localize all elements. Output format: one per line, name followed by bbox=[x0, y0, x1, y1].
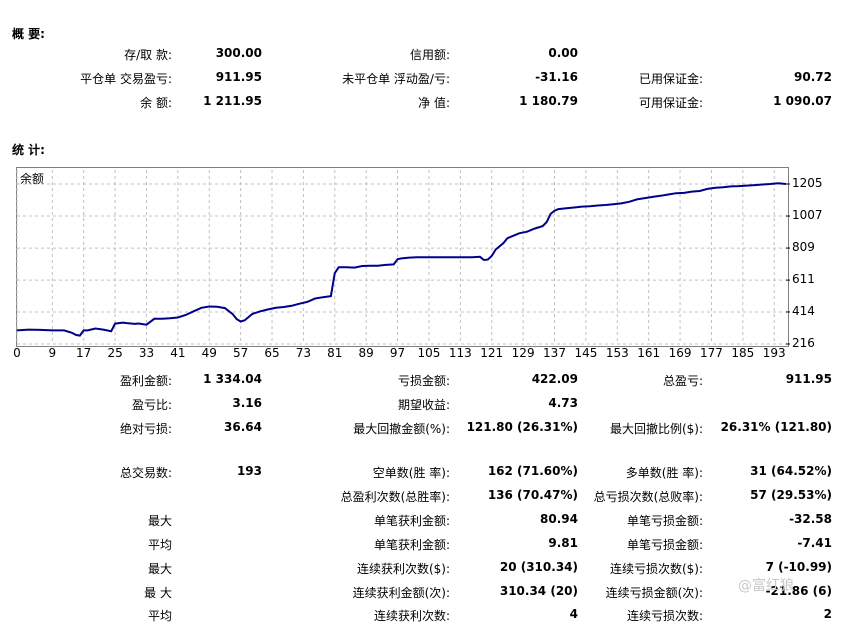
stat-value: 2 bbox=[823, 607, 832, 621]
stat-value: 9.81 bbox=[548, 536, 578, 550]
stat-label: 总盈亏: bbox=[662, 374, 703, 388]
x-tick-label: 89 bbox=[358, 346, 374, 360]
stat-label: 总交易数: bbox=[119, 466, 172, 480]
stat-value: 422.09 bbox=[531, 372, 578, 386]
x-tick-label: 0 bbox=[13, 346, 21, 360]
stat-label: 连续亏损次数($): bbox=[609, 562, 703, 576]
stat-value: 4.73 bbox=[548, 396, 578, 410]
stat-label: 绝对亏损: bbox=[119, 422, 172, 436]
stat-label: 单笔获利金额: bbox=[373, 538, 450, 552]
stat-label: 单笔亏损金额: bbox=[626, 538, 703, 552]
x-tick-label: 65 bbox=[264, 346, 280, 360]
x-tick-label: 129 bbox=[511, 346, 535, 360]
stat-row: 平均 连续获利次数: 4 连续亏损次数: 2 bbox=[0, 607, 866, 625]
stat-label: 平均 bbox=[147, 538, 172, 552]
stat-value: 136 (70.47%) bbox=[487, 488, 578, 502]
stat-label: 期望收益: bbox=[397, 398, 450, 412]
stat-label: 连续获利金额(次): bbox=[352, 586, 450, 600]
stat-value: 4 bbox=[569, 607, 578, 621]
x-tick-label: 105 bbox=[417, 346, 441, 360]
y-tick-label: 414 bbox=[792, 303, 815, 318]
balance-chart-plot bbox=[16, 170, 790, 345]
stat-value: 310.34 (20) bbox=[499, 584, 578, 598]
stat-label: 盈亏比: bbox=[131, 398, 172, 412]
stat-row: 最大 单笔获利金额: 80.94 单笔亏损金额: -32.58 bbox=[0, 512, 866, 530]
x-tick-label: 121 bbox=[480, 346, 504, 360]
stat-value: 911.95 bbox=[785, 372, 832, 386]
stat-label: 亏损金额: bbox=[397, 374, 450, 388]
stat-row: 总盈利次数(总胜率): 136 (70.47%) 总亏损次数(总败率): 57 (29… bbox=[0, 488, 866, 506]
stat-row: 总交易数: 193 空单数(胜 率): 162 (71.60%) 多单数(胜 率): 31… bbox=[0, 464, 866, 482]
x-tick-label: 73 bbox=[295, 346, 312, 360]
balance-series-line bbox=[16, 182, 787, 337]
x-tick-label: 49 bbox=[201, 346, 217, 360]
stat-value: 20 (310.34) bbox=[499, 560, 578, 574]
y-tick-label: 809 bbox=[792, 240, 815, 255]
stat-label: 单笔亏损金额: bbox=[626, 514, 703, 528]
stat-label: 连续获利次数: bbox=[373, 609, 450, 623]
stat-value: 80.94 bbox=[540, 512, 578, 526]
y-tick-label: 1205 bbox=[792, 176, 823, 190]
stat-row: 最 大连续获利金额(次): 310.34 (20) 连续亏损金额(次): -21.86… bbox=[0, 584, 866, 602]
y-tick-label: 611 bbox=[792, 272, 815, 287]
stat-value: -7.41 bbox=[797, 536, 832, 550]
x-tick-label: 97 bbox=[389, 346, 406, 360]
stat-label: 总盈利次数(总胜率): bbox=[340, 490, 450, 504]
stat-label: 空单数(胜 率): bbox=[372, 466, 450, 480]
stat-label: 盈利金额: bbox=[119, 374, 172, 388]
x-tick-label: 113 bbox=[448, 346, 472, 360]
x-tick-label: 169 bbox=[668, 346, 692, 360]
stat-value: 162 (71.60%) bbox=[487, 464, 578, 478]
x-tick-label: 153 bbox=[605, 346, 629, 360]
stat-row: 盈利金额: 1 334.04 亏损金额: 422.09 总盈亏: 911.95 bbox=[0, 372, 866, 390]
stat-row: 盈亏比: 3.16 期望收益: 4.73 bbox=[0, 396, 866, 414]
stat-value: 36.64 bbox=[224, 420, 262, 434]
x-axis: 0 9 17 25 33 41 49 57 65 73 81 89 97 105 113 121 129 137 1… bbox=[0, 346, 866, 362]
stat-label: 连续亏损金额(次): bbox=[605, 586, 703, 600]
watermark: @富红狼 bbox=[738, 578, 794, 594]
x-tick-label: 137 bbox=[543, 346, 566, 360]
stat-label: 最大回撤比例($): bbox=[609, 422, 703, 436]
stat-label: 平均 bbox=[147, 609, 172, 623]
stat-label: 最大 bbox=[147, 514, 172, 528]
stat-value: 31 (64.52%) bbox=[750, 464, 832, 478]
x-tick-label: 25 bbox=[107, 346, 123, 360]
x-tick-label: 177 bbox=[700, 346, 723, 360]
stat-label: 最大 bbox=[147, 562, 172, 576]
y-tick-label: 1007 bbox=[792, 208, 823, 223]
x-tick-label: 193 bbox=[762, 346, 786, 360]
stat-label: 连续亏损次数: bbox=[626, 609, 703, 623]
stat-row: 平均 单笔获利金额: 9.81 单笔亏损金额: -7.41 bbox=[0, 536, 866, 554]
stat-value: 57 (29.53%) bbox=[750, 488, 832, 502]
x-tick-label: 161 bbox=[637, 346, 661, 360]
stat-label: 单笔获利金额: bbox=[373, 514, 450, 528]
stat-value: -32.58 bbox=[789, 512, 832, 526]
stat-value: 121.80 (26.31%) bbox=[466, 420, 578, 434]
stat-label: 连续获利次数($): bbox=[356, 562, 450, 576]
stat-label: 最 大 bbox=[144, 586, 172, 600]
stat-label: 总亏损次数(总败率): bbox=[593, 490, 703, 504]
stat-value: 26.31% (121.80) bbox=[720, 420, 832, 434]
stat-row: 绝对亏损: 36.64 最大回撤金额(%): 121.80 (26.31%) 最大回撤比… bbox=[0, 420, 866, 438]
stat-value: 3.16 bbox=[232, 396, 262, 410]
x-tick-label: 145 bbox=[574, 346, 598, 360]
x-tick-label: 81 bbox=[327, 346, 343, 360]
x-tick-label: 57 bbox=[232, 346, 249, 360]
x-tick-label: 9 bbox=[48, 346, 57, 360]
stat-row: 最大 连续获利次数($): 20 (310.34) 连续亏损次数($): 7 (-10.… bbox=[0, 560, 866, 578]
x-tick-label: 41 bbox=[170, 346, 186, 360]
stat-value: 1 334.04 bbox=[203, 372, 262, 386]
x-tick-label: 185 bbox=[731, 346, 755, 360]
x-tick-label: 17 bbox=[76, 346, 92, 360]
stat-label: 多单数(胜 率): bbox=[625, 466, 703, 480]
stat-value: 193 bbox=[236, 464, 262, 478]
x-tick-label: 33 bbox=[138, 346, 155, 360]
stat-value: 7 (-10.99) bbox=[765, 560, 832, 574]
stat-label: 最大回撤金额(%): bbox=[353, 422, 450, 436]
